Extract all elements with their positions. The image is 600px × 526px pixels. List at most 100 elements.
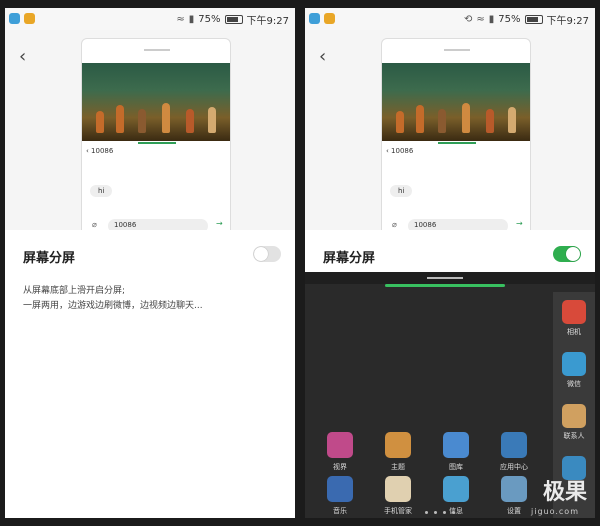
app-label: 应用中心: [500, 463, 528, 471]
signal-icon: ▮: [488, 14, 495, 25]
send-icon: →: [516, 219, 523, 228]
chat-header: ‹ 10086: [386, 147, 414, 155]
app-icon: [327, 432, 353, 458]
back-icon[interactable]: ‹: [19, 46, 26, 67]
setting-title: 屏幕分屏: [23, 251, 76, 266]
split-launcher-pane: 视界 主题 图库 应用中心 音乐 手机管家 信息 设置 相机 微信 联系人 极果…: [305, 272, 595, 518]
app-label: 手机管家: [384, 507, 412, 515]
video-thumbnail: [82, 63, 230, 144]
app-label: 主题: [391, 463, 405, 471]
app-messages[interactable]: 信息: [435, 476, 477, 516]
battery-percent: 75%: [498, 14, 521, 25]
page-dot: [452, 511, 455, 514]
speaker-graphic: [144, 49, 170, 51]
rotate-icon: ⟲: [464, 14, 473, 25]
setting-title: 屏幕分屏: [323, 251, 376, 266]
notification-icon: [324, 13, 335, 24]
split-screen-preview: ‹ ‹ 10086 hi ⌀ 10086 →: [5, 30, 295, 238]
dock-camera[interactable]: 相机: [557, 300, 591, 337]
figure-graphic: [396, 111, 404, 133]
page-dot: [425, 511, 428, 514]
figure-graphic: [462, 103, 470, 133]
app-phone-manager[interactable]: 手机管家: [377, 476, 419, 516]
status-bar: ≈ ▮ 75% 下午9:27: [5, 8, 295, 30]
split-screen-toggle[interactable]: [553, 246, 581, 262]
figure-graphic: [162, 103, 170, 133]
split-screen-preview: ‹ ‹ 10086 hi ⌀ 10086 →: [305, 30, 595, 238]
split-divider: [138, 142, 176, 144]
signal-icon: ▮: [188, 14, 195, 25]
wechat-icon: [562, 352, 586, 376]
app-icon: [501, 432, 527, 458]
split-screen-setting-row[interactable]: 屏幕分屏: [5, 230, 295, 280]
app-icon: [385, 476, 411, 502]
figure-graphic: [208, 107, 216, 133]
phone-frame-illustration: ‹ 10086 hi ⌀ 10086 →: [381, 38, 531, 238]
figure-graphic: [138, 109, 146, 133]
app-theme[interactable]: 主题: [377, 432, 419, 472]
description-line: 一屏两用，边游戏边刷微博，边视频边聊天...: [23, 301, 203, 311]
app-music[interactable]: 音乐: [319, 476, 361, 516]
figure-graphic: [186, 109, 194, 133]
battery-percent: 75%: [198, 14, 221, 25]
description-line: 从屏幕底部上滑开启分屏;: [23, 286, 126, 296]
page-indicator: [425, 511, 455, 514]
wifi-icon: ≈: [176, 14, 185, 25]
app-icon: [501, 476, 527, 502]
app-icon: [385, 432, 411, 458]
app-icon: [327, 476, 353, 502]
video-thumbnail: [382, 63, 530, 144]
figure-graphic: [96, 111, 104, 133]
battery-icon: [524, 15, 543, 24]
notification-icon: [24, 13, 35, 24]
app-label: 图库: [449, 463, 463, 471]
attachment-icon: ⌀: [392, 220, 397, 229]
figure-graphic: [508, 107, 516, 133]
dock-label: 联系人: [563, 432, 585, 440]
status-bar: ⟲ ≈ ▮ 75% 下午9:27: [305, 8, 595, 30]
camera-icon: [562, 300, 586, 324]
chat-message: hi: [390, 185, 413, 197]
chat-message: hi: [90, 185, 113, 197]
app-label: 视界: [333, 463, 347, 471]
attachment-icon: ⌀: [92, 220, 97, 229]
drag-handle[interactable]: [427, 277, 463, 279]
phone-screen-right: ⟲ ≈ ▮ 75% 下午9:27 ‹ ‹ 10086 hi ⌀ 10086 → …: [305, 8, 595, 518]
app-label: 音乐: [333, 507, 347, 515]
figure-graphic: [416, 105, 424, 133]
battery-icon: [224, 15, 243, 24]
app-store[interactable]: 应用中心: [493, 432, 535, 472]
contacts-icon: [562, 404, 586, 428]
app-icon: [443, 476, 469, 502]
figure-graphic: [116, 105, 124, 133]
dock-label: 相机: [567, 328, 581, 336]
toggle-knob: [254, 247, 268, 261]
notification-icon: [9, 13, 20, 24]
page-dot: [434, 511, 437, 514]
app-gallery[interactable]: 图库: [435, 432, 477, 472]
split-divider: [438, 142, 476, 144]
figure-graphic: [438, 109, 446, 133]
clock: 下午9:27: [246, 16, 289, 27]
chat-header: ‹ 10086: [86, 147, 114, 155]
dock-label: 微信: [567, 380, 581, 388]
dock-wechat[interactable]: 微信: [557, 352, 591, 389]
split-indicator: [385, 284, 505, 287]
send-icon: →: [216, 219, 223, 228]
split-screen-toggle[interactable]: [253, 246, 281, 262]
notification-icon: [309, 13, 320, 24]
app-icon: [443, 432, 469, 458]
watermark-url: jiguo.com: [531, 507, 579, 516]
app-settings[interactable]: 设置: [493, 476, 535, 516]
speaker-graphic: [444, 49, 470, 51]
watermark-logo: 极果: [542, 480, 587, 505]
back-icon[interactable]: ‹: [319, 46, 326, 67]
phone-screen-left: ≈ ▮ 75% 下午9:27 ‹ ‹ 10086 hi ⌀ 10086 → 屏幕…: [5, 8, 295, 518]
page-dot: [443, 511, 446, 514]
app-label: 设置: [507, 507, 521, 515]
app-shijie[interactable]: 视界: [319, 432, 361, 472]
figure-graphic: [486, 109, 494, 133]
phone-frame-illustration: ‹ 10086 hi ⌀ 10086 →: [81, 38, 231, 238]
split-drag-bar[interactable]: [305, 272, 595, 284]
dock-contacts[interactable]: 联系人: [557, 404, 591, 441]
